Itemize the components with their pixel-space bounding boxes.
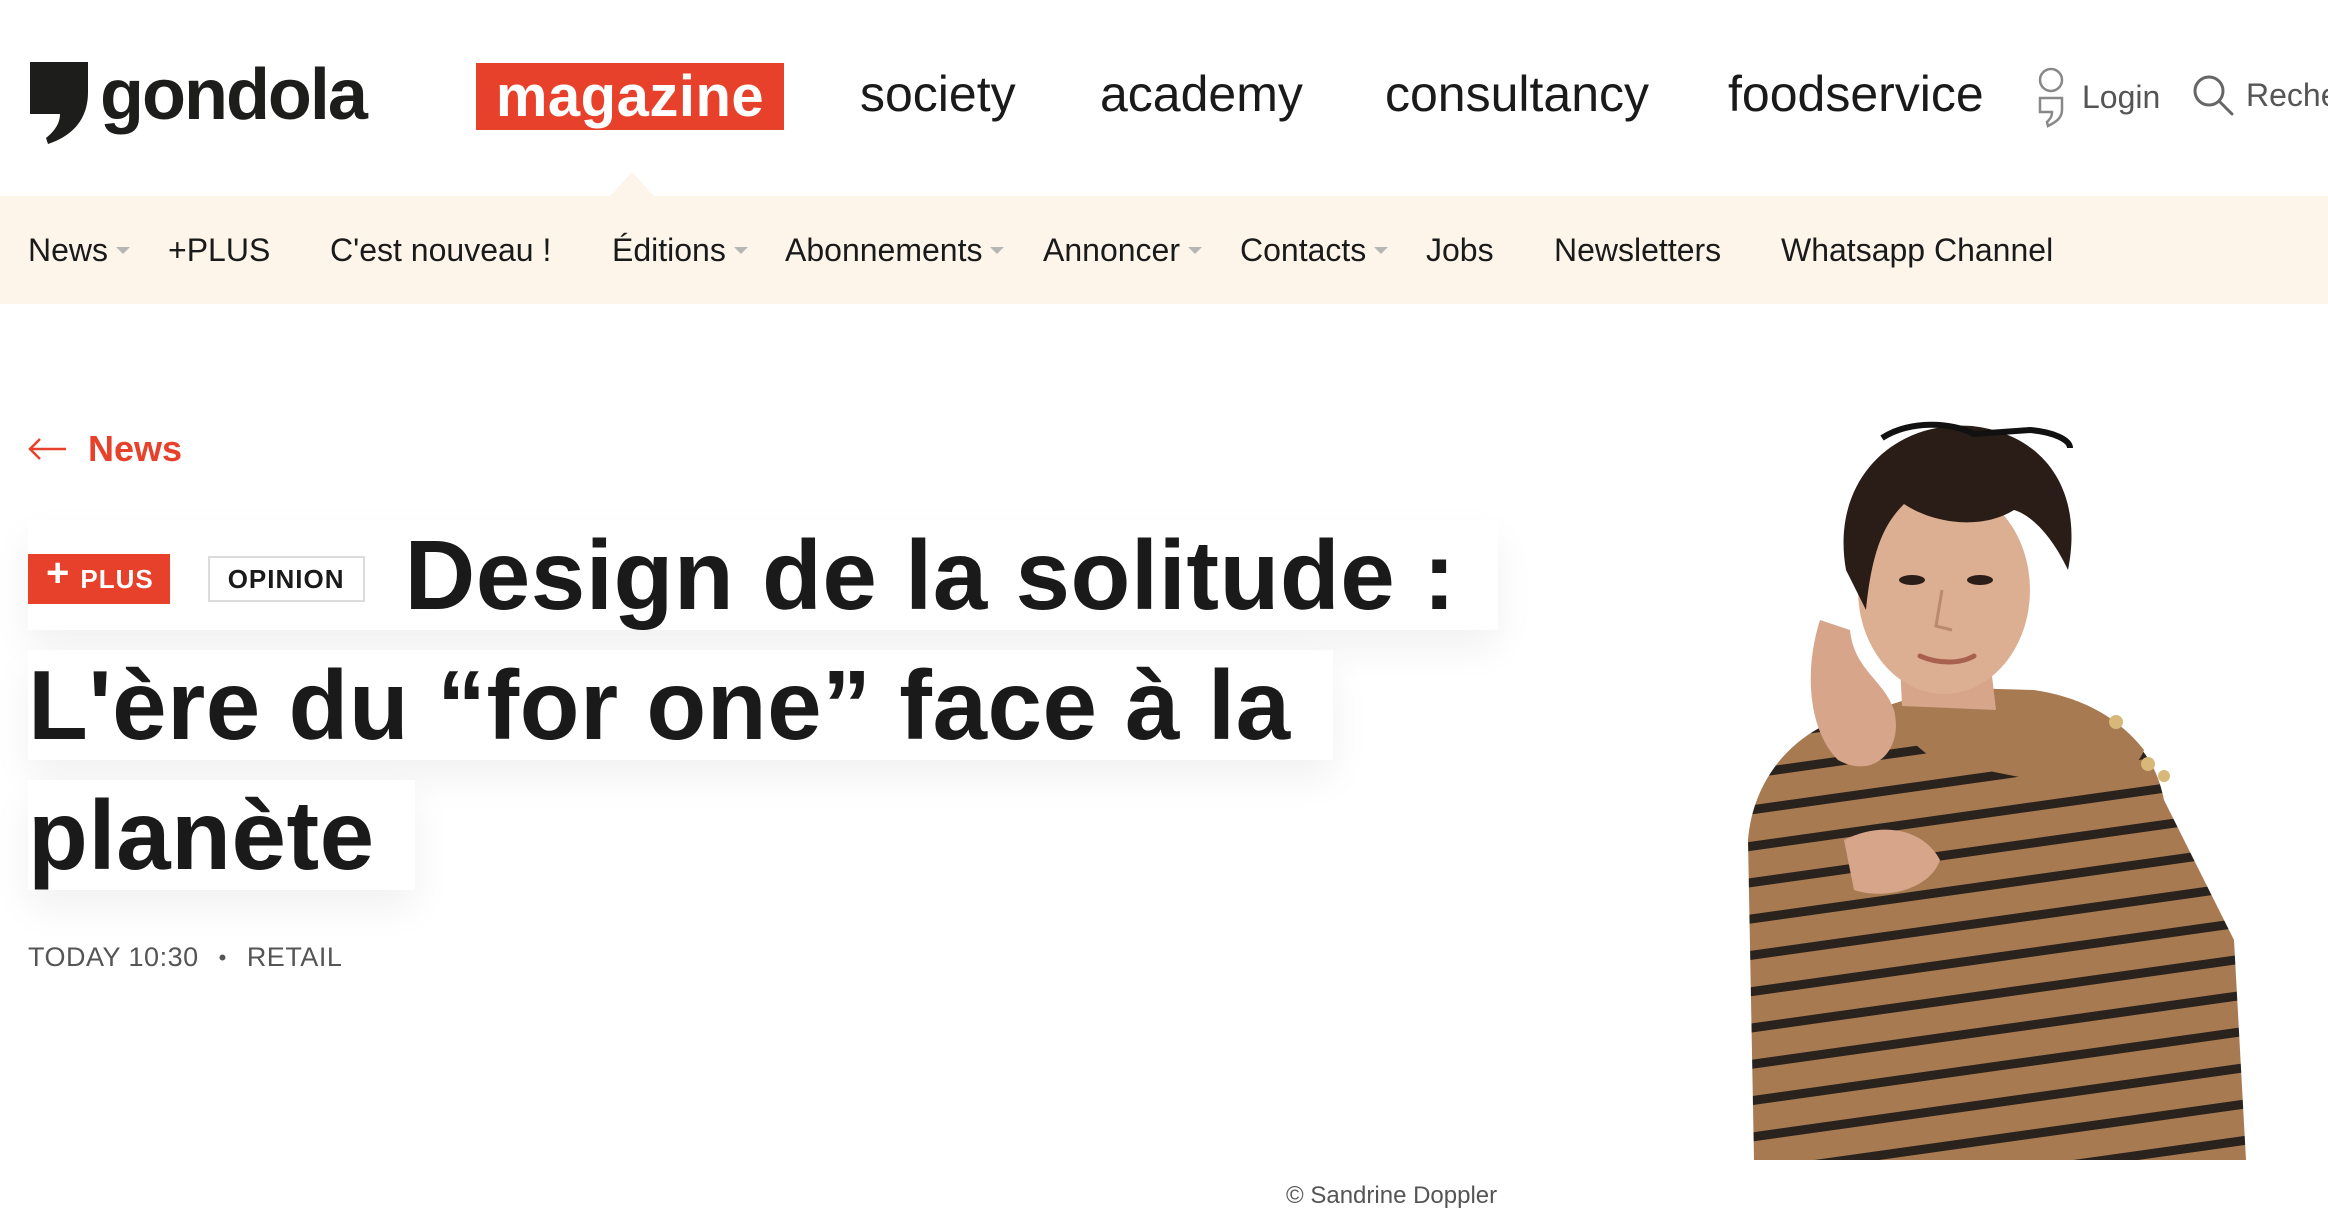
chevron-down-icon bbox=[116, 247, 131, 255]
subnav-item-whatsapp[interactable]: Whatsapp Channel bbox=[1781, 196, 2053, 304]
arrow-left-icon bbox=[28, 438, 66, 460]
brand-link-foodservice[interactable]: foodservice bbox=[1728, 62, 1984, 126]
article-meta: TODAY 10:30 • RETAIL bbox=[28, 942, 342, 973]
title-text-3: planète bbox=[28, 780, 375, 890]
chevron-down-icon bbox=[1374, 247, 1389, 255]
logo-mark-icon bbox=[30, 62, 88, 144]
login-label: Login bbox=[2082, 78, 2161, 115]
magazine-tab[interactable]: magazine bbox=[476, 63, 784, 130]
user-icon bbox=[2038, 67, 2064, 128]
logo-text: gondola bbox=[100, 55, 368, 135]
subnav-item-annoncer[interactable]: Annoncer bbox=[1043, 196, 1202, 304]
chevron-down-icon bbox=[733, 247, 748, 255]
chevron-down-icon bbox=[990, 247, 1005, 255]
subnav-item-plus[interactable]: +PLUS bbox=[168, 196, 270, 304]
gondola-logo[interactable]: gondola bbox=[26, 55, 368, 144]
title-line-2: L'ère du “for one” face à la bbox=[28, 650, 1333, 760]
brand-link-academy[interactable]: academy bbox=[1100, 62, 1303, 126]
subnav-item-news[interactable]: News bbox=[28, 196, 131, 304]
back-label: News bbox=[88, 428, 183, 469]
opinion-badge: OPINION bbox=[207, 556, 365, 602]
search-label: Reche bbox=[2246, 76, 2328, 113]
brand-link-society[interactable]: society bbox=[860, 62, 1016, 126]
category-link[interactable]: RETAIL bbox=[247, 942, 343, 973]
author-portrait bbox=[1748, 421, 2246, 1160]
title-text-1: Design de la solitude : bbox=[404, 520, 1457, 630]
title-line-1: + PLUS OPINION Design de la solitude : bbox=[28, 520, 1499, 630]
title-line-3: planète bbox=[28, 780, 415, 890]
sub-navigation: News +PLUS C'est nouveau ! Éditions Abon… bbox=[0, 196, 2328, 304]
subnav-item-editions[interactable]: Éditions bbox=[612, 196, 748, 304]
top-header: gondola magazine society academy consult… bbox=[0, 0, 2328, 196]
photo-credit: © Sandrine Doppler bbox=[1286, 1182, 1498, 1208]
publish-date: TODAY 10:30 bbox=[28, 942, 199, 972]
brand-link-consultancy[interactable]: consultancy bbox=[1385, 62, 1649, 126]
search-button[interactable]: Reche bbox=[2192, 74, 2328, 116]
active-tab-pointer bbox=[610, 172, 654, 196]
meta-separator: • bbox=[218, 944, 227, 970]
subnav-item-newsletters[interactable]: Newsletters bbox=[1554, 196, 1721, 304]
plus-badge: + PLUS bbox=[28, 553, 170, 604]
title-text-2: L'ère du “for one” face à la bbox=[28, 650, 1291, 760]
back-to-news-link[interactable]: News bbox=[28, 428, 182, 470]
subnav-item-jobs[interactable]: Jobs bbox=[1426, 196, 1494, 304]
subnav-item-abonnements[interactable]: Abonnements bbox=[785, 196, 1005, 304]
login-button[interactable]: Login bbox=[2034, 66, 2160, 128]
search-icon bbox=[2193, 75, 2234, 116]
subnav-item-contacts[interactable]: Contacts bbox=[1240, 196, 1389, 304]
subnav-item-nouveau[interactable]: C'est nouveau ! bbox=[330, 196, 551, 304]
chevron-down-icon bbox=[1187, 247, 1202, 255]
